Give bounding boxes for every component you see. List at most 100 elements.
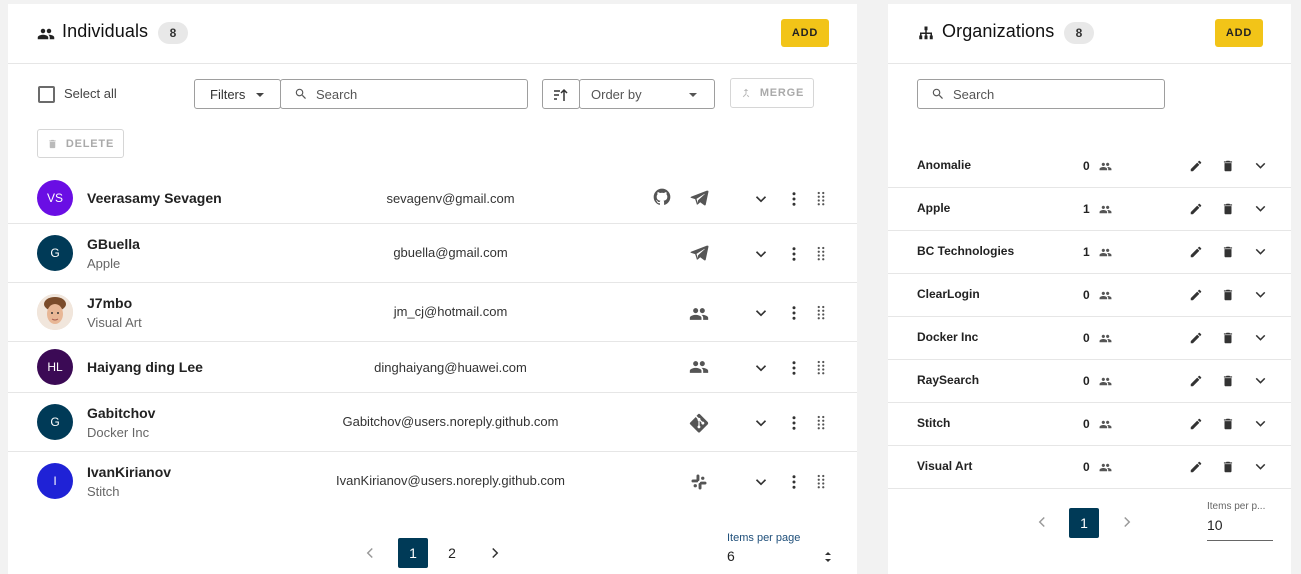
slack-icon (691, 474, 707, 490)
page-2-button[interactable]: 2 (437, 538, 467, 568)
drag-handle-icon[interactable] (812, 304, 830, 322)
edit-icon[interactable] (1189, 159, 1203, 173)
chevron-down-icon[interactable] (1252, 329, 1269, 346)
more-vert-icon[interactable] (785, 190, 803, 208)
organization-name[interactable]: Apple (917, 201, 950, 215)
individual-row[interactable]: G Gabitchov Docker Inc Gabitchov@users.n… (8, 393, 857, 452)
organization-name[interactable]: Stitch (917, 416, 950, 430)
search-icon (932, 88, 943, 99)
organization-name[interactable]: BC Technologies (917, 244, 1014, 258)
chevron-down-icon[interactable] (752, 359, 770, 377)
chevron-left-icon[interactable] (1033, 513, 1051, 531)
items-per-page-input[interactable]: 10 (1207, 517, 1223, 533)
more-vert-icon[interactable] (785, 304, 803, 322)
chevron-down-icon[interactable] (752, 473, 770, 491)
add-individual-button[interactable]: ADD (781, 19, 829, 47)
filters-button[interactable]: Filters (194, 79, 281, 109)
page-1-button[interactable]: 1 (398, 538, 428, 568)
trash-icon[interactable] (1221, 417, 1235, 431)
organization-name[interactable]: RaySearch (917, 373, 979, 387)
organization-row[interactable]: Anomalie 0 (888, 145, 1291, 188)
chevron-right-icon[interactable] (1118, 513, 1136, 531)
number-spinner-icon[interactable] (823, 549, 833, 565)
trash-icon[interactable] (1221, 202, 1235, 216)
more-vert-icon[interactable] (785, 473, 803, 491)
select-all-checkbox[interactable] (38, 86, 55, 103)
chevron-down-icon[interactable] (1252, 415, 1269, 432)
organizations-search-input[interactable]: Search (917, 79, 1165, 109)
sort-icon (554, 88, 568, 101)
chevron-down-icon[interactable] (1252, 458, 1269, 475)
individual-row[interactable]: J7mbo Visual Art jm_cj@hotmail.com (8, 283, 857, 342)
edit-icon[interactable] (1189, 245, 1203, 259)
individual-name[interactable]: Veerasamy Sevagen (87, 190, 222, 206)
drag-handle-icon[interactable] (812, 245, 830, 263)
individual-name[interactable]: GBuella (87, 236, 140, 252)
people-icon (1099, 334, 1112, 343)
drag-handle-icon[interactable] (812, 359, 830, 377)
more-vert-icon[interactable] (785, 245, 803, 263)
individuals-count-badge: 8 (158, 22, 188, 44)
items-per-page-input[interactable]: 6 (727, 548, 735, 564)
delete-button[interactable]: DELETE (37, 129, 124, 158)
caret-down-icon (256, 93, 264, 97)
organization-row[interactable]: ClearLogin 0 (888, 274, 1291, 317)
trash-icon[interactable] (1221, 245, 1235, 259)
chevron-down-icon[interactable] (752, 414, 770, 432)
organization-row[interactable]: BC Technologies 1 (888, 231, 1291, 274)
edit-icon[interactable] (1189, 374, 1203, 388)
chevron-left-icon[interactable] (361, 544, 379, 562)
trash-icon[interactable] (1221, 460, 1235, 474)
individual-row[interactable]: VS Veerasamy Sevagen sevagenv@gmail.com (8, 174, 857, 224)
drag-handle-icon[interactable] (812, 473, 830, 491)
trash-icon[interactable] (1221, 159, 1235, 173)
individual-row[interactable]: G GBuella Apple gbuella@gmail.com (8, 224, 857, 283)
chevron-right-icon[interactable] (486, 544, 504, 562)
organization-name[interactable]: Anomalie (917, 158, 971, 172)
chevron-down-icon[interactable] (752, 245, 770, 263)
individual-name[interactable]: Haiyang ding Lee (87, 359, 203, 375)
individual-row[interactable]: HL Haiyang ding Lee dinghaiyang@huawei.c… (8, 342, 857, 393)
individual-name[interactable]: J7mbo (87, 295, 132, 311)
merge-button[interactable]: MERGE (730, 78, 814, 108)
individuals-search-input[interactable]: Search (280, 79, 528, 109)
edit-icon[interactable] (1189, 417, 1203, 431)
page-1-button[interactable]: 1 (1069, 508, 1099, 538)
organization-name[interactable]: Docker Inc (917, 330, 978, 344)
chevron-down-icon[interactable] (752, 190, 770, 208)
trash-icon (49, 139, 56, 148)
chevron-down-icon[interactable] (1252, 372, 1269, 389)
more-vert-icon[interactable] (785, 359, 803, 377)
member-count: 1 (1083, 202, 1090, 216)
add-organization-button[interactable]: ADD (1215, 19, 1263, 47)
chevron-down-icon[interactable] (1252, 200, 1269, 217)
drag-handle-icon[interactable] (812, 414, 830, 432)
chevron-down-icon[interactable] (752, 304, 770, 322)
organization-name[interactable]: Visual Art (917, 459, 972, 473)
individuals-search-placeholder: Search (316, 87, 358, 102)
drag-handle-icon[interactable] (812, 190, 830, 208)
edit-icon[interactable] (1189, 331, 1203, 345)
trash-icon[interactable] (1221, 331, 1235, 345)
edit-icon[interactable] (1189, 202, 1203, 216)
organization-row[interactable]: Stitch 0 (888, 403, 1291, 446)
more-vert-icon[interactable] (785, 414, 803, 432)
trash-icon[interactable] (1221, 288, 1235, 302)
edit-icon[interactable] (1189, 288, 1203, 302)
organization-row[interactable]: Visual Art 0 (888, 446, 1291, 489)
organization-row[interactable]: Apple 1 (888, 188, 1291, 231)
individual-name[interactable]: IvanKirianov (87, 464, 171, 480)
organization-row[interactable]: RaySearch 0 (888, 360, 1291, 403)
edit-icon[interactable] (1189, 460, 1203, 474)
individual-row[interactable]: I IvanKirianov Stitch IvanKirianov@users… (8, 452, 857, 511)
individual-name[interactable]: Gabitchov (87, 405, 155, 421)
trash-icon[interactable] (1221, 374, 1235, 388)
sort-direction-button[interactable] (542, 79, 580, 109)
organization-row[interactable]: Docker Inc 0 (888, 317, 1291, 360)
people-icon (689, 361, 709, 373)
order-by-select[interactable]: Order by (579, 79, 715, 109)
chevron-down-icon[interactable] (1252, 286, 1269, 303)
chevron-down-icon[interactable] (1252, 243, 1269, 260)
organization-name[interactable]: ClearLogin (917, 287, 980, 301)
chevron-down-icon[interactable] (1252, 157, 1269, 174)
